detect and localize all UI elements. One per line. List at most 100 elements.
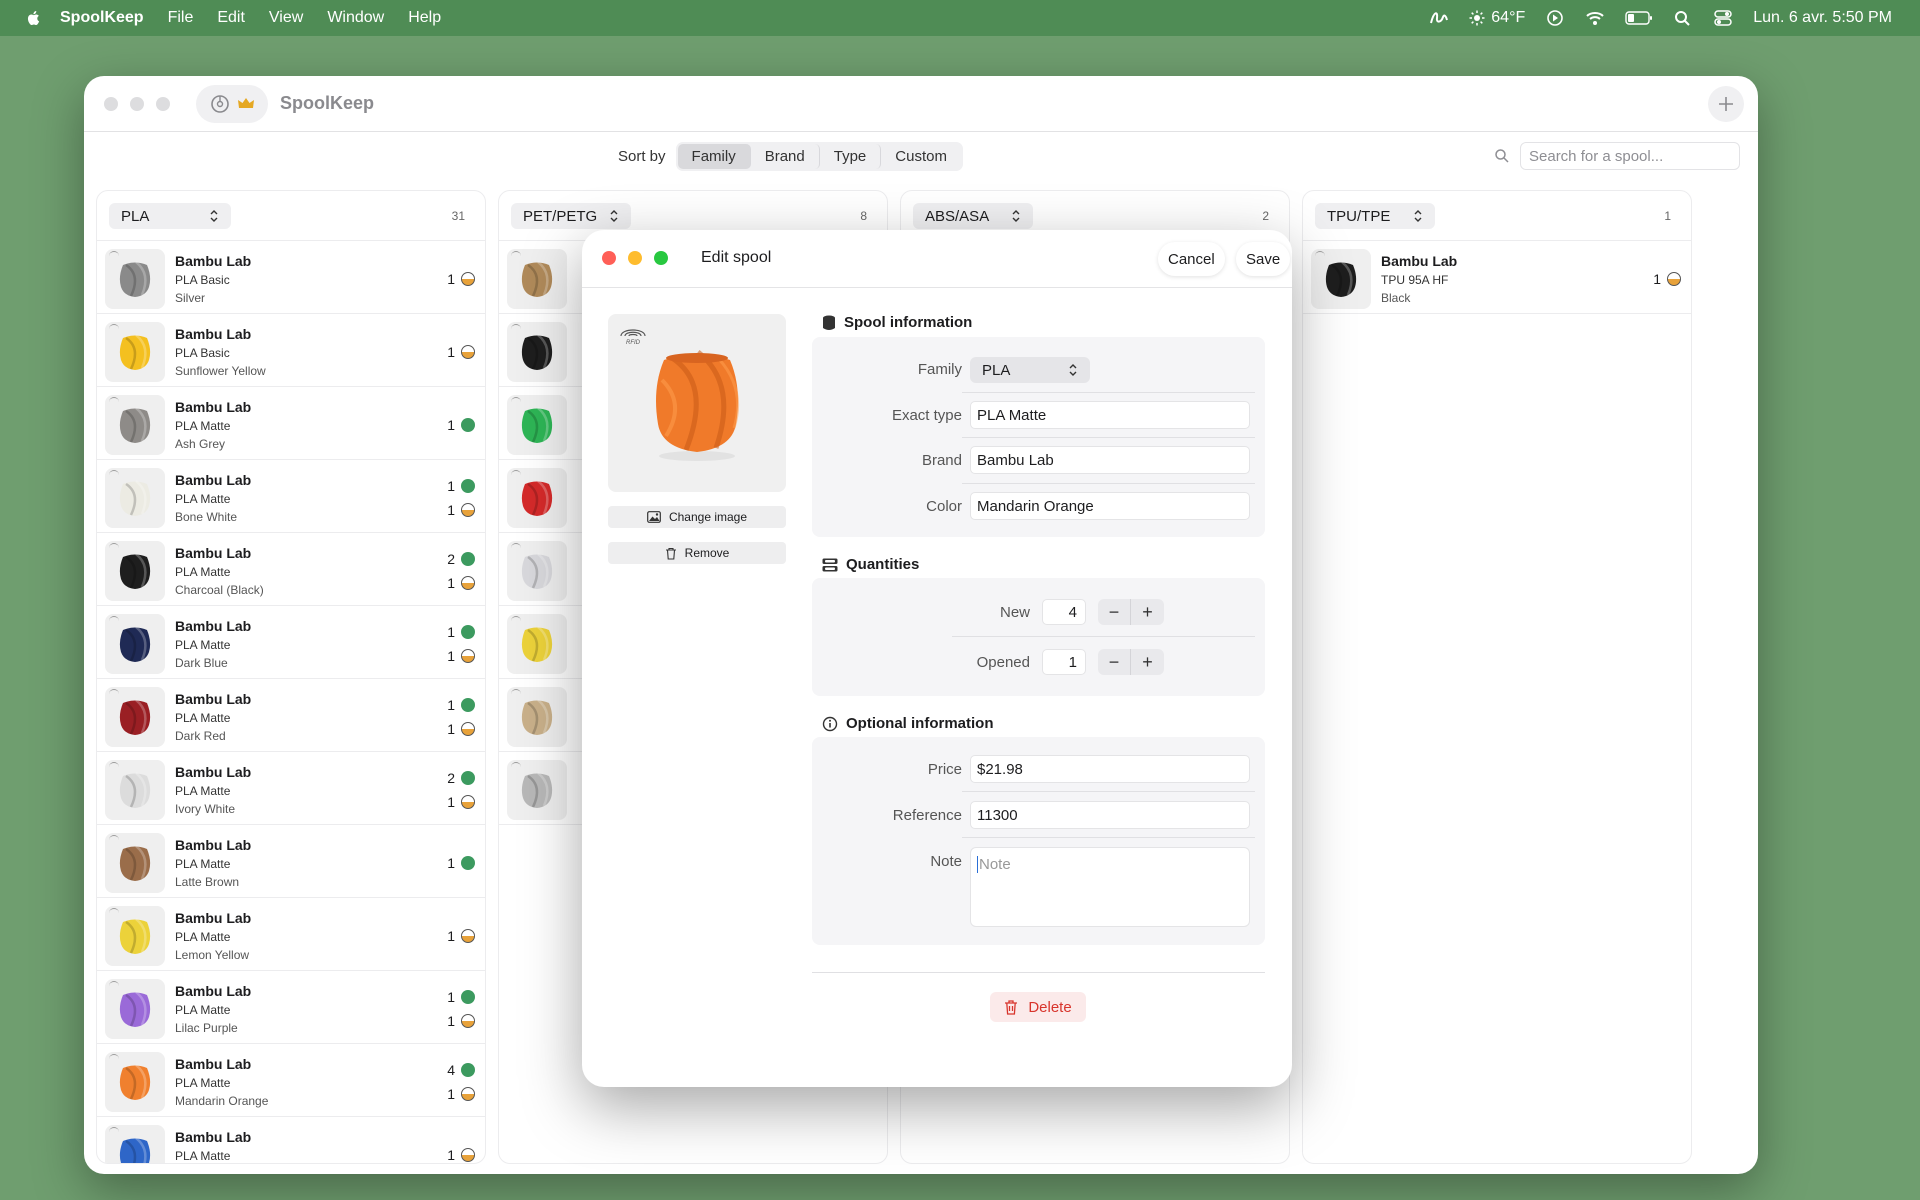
crown-icon[interactable] <box>237 96 255 112</box>
note-textarea[interactable]: Note <box>970 847 1250 927</box>
family-select-value: ABS/ASA <box>925 207 990 225</box>
spool-row[interactable]: Bambu Lab PLA Matte Ivory White 2 1 <box>97 752 485 825</box>
opened-spool-icon <box>461 1148 475 1162</box>
spool-thumbnail <box>105 760 165 820</box>
family-select[interactable]: ABS/ASA <box>913 203 1033 229</box>
add-spool-button[interactable] <box>1708 86 1744 122</box>
spool-row[interactable]: Bambu Lab PLA Basic Sunflower Yellow 1 <box>97 314 485 387</box>
opened-count-value: 1 <box>447 502 455 518</box>
spool-thumbnail-icon <box>521 480 553 516</box>
opened-quantity-input[interactable]: 1 <box>1042 649 1086 675</box>
sort-family[interactable]: Family <box>677 144 751 169</box>
spotlight-search-icon[interactable] <box>1673 9 1693 27</box>
new-quantity-input[interactable]: 4 <box>1042 599 1086 625</box>
opened-quantity-label: Opened <box>976 654 1030 671</box>
spool-type: PLA Matte <box>175 638 231 652</box>
opened-count: 1 <box>447 928 475 944</box>
spool-thumbnail <box>105 249 165 309</box>
spool-row[interactable]: Bambu Lab PLA Basic Silver 1 <box>97 241 485 314</box>
spool-row[interactable]: Bambu Lab PLA Matte Bone White 1 1 <box>97 460 485 533</box>
new-count-value: 2 <box>447 551 455 567</box>
dialog-minimize-button[interactable] <box>628 251 642 265</box>
window-minimize-button[interactable] <box>130 96 144 111</box>
battery-icon[interactable] <box>1625 9 1653 27</box>
new-count-value: 1 <box>447 417 455 433</box>
wifi-icon[interactable] <box>1585 9 1605 27</box>
spool-row[interactable]: Bambu Lab PLA Matte Charcoal (Black) 2 1 <box>97 533 485 606</box>
menu-file[interactable]: File <box>168 9 194 27</box>
new-increment-button[interactable]: + <box>1131 599 1164 625</box>
sort-type[interactable]: Type <box>820 144 882 169</box>
spool-brand: Bambu Lab <box>175 910 252 926</box>
menu-window[interactable]: Window <box>327 9 384 27</box>
cancel-button[interactable]: Cancel <box>1158 242 1225 276</box>
spool-thumbnail <box>507 760 567 820</box>
reference-input[interactable]: 11300 <box>970 801 1250 829</box>
opened-increment-button[interactable]: + <box>1131 649 1164 675</box>
separator <box>962 791 1255 792</box>
apple-menu-icon[interactable] <box>20 9 48 27</box>
new-spool-icon <box>461 990 475 1004</box>
remove-image-button[interactable]: Remove <box>608 542 786 564</box>
menu-edit[interactable]: Edit <box>217 9 245 27</box>
column-header: TPU/TPE 1 <box>1303 191 1691 241</box>
spool-row[interactable]: Bambu Lab PLA Matte Dark Red 1 1 <box>97 679 485 752</box>
menu-help[interactable]: Help <box>408 9 441 27</box>
exact-type-input[interactable]: PLA Matte <box>970 401 1250 429</box>
spool-row[interactable]: Bambu Lab PLA Matte Lilac Purple 1 1 <box>97 971 485 1044</box>
spool-row[interactable]: Bambu Lab PLA Matte Ash Grey 1 <box>97 387 485 460</box>
sort-custom[interactable]: Custom <box>881 144 961 169</box>
spool-brand: Bambu Lab <box>175 764 252 780</box>
spool-row[interactable]: Bambu Lab PLA Matte Mandarin Orange 4 1 <box>97 1044 485 1117</box>
family-popup[interactable]: PLA <box>970 357 1090 383</box>
dialog-zoom-button[interactable] <box>654 251 668 265</box>
spool-thumbnail <box>507 687 567 747</box>
window-close-button[interactable] <box>104 96 118 111</box>
delete-button[interactable]: Delete <box>990 992 1086 1022</box>
new-spool-icon <box>461 856 475 870</box>
sort-brand[interactable]: Brand <box>751 144 820 169</box>
spool-color-name: Ivory White <box>175 802 236 816</box>
spool-row[interactable]: Bambu Lab PLA Matte Lemon Yellow 1 <box>97 898 485 971</box>
spool-row[interactable]: Bambu Lab PLA Matte Latte Brown 1 <box>97 825 485 898</box>
signature-icon[interactable] <box>1429 9 1449 27</box>
column-count: 2 <box>1262 209 1269 223</box>
spool-image[interactable]: RFID <box>608 314 786 492</box>
menubar-clock[interactable]: Lun. 6 avr. 5:50 PM <box>1753 9 1892 27</box>
menu-view[interactable]: View <box>269 9 303 27</box>
price-input[interactable]: $21.98 <box>970 755 1250 783</box>
spool-thumbnail <box>507 468 567 528</box>
new-count: 1 <box>447 417 475 433</box>
spool-thumbnail-icon <box>1325 261 1357 297</box>
spool-row[interactable]: Bambu Lab PLA Matte Dark Blue 1 1 <box>97 606 485 679</box>
spool-row[interactable]: Bambu Lab PLA Matte 1 <box>97 1117 485 1163</box>
spool-thumbnail-icon <box>119 480 151 516</box>
weather-widget[interactable]: 64°F <box>1469 9 1525 27</box>
new-decrement-button[interactable]: − <box>1098 599 1131 625</box>
save-button[interactable]: Save <box>1236 242 1291 276</box>
new-count: 1 <box>447 624 475 640</box>
dialog-close-button[interactable] <box>602 251 616 265</box>
spool-row[interactable]: Bambu Lab TPU 95A HF Black 1 <box>1303 241 1691 314</box>
family-select[interactable]: PET/PETG <box>511 203 631 229</box>
family-select[interactable]: TPU/TPE <box>1315 203 1435 229</box>
app-menu[interactable]: SpoolKeep <box>60 9 144 27</box>
column-pla: PLA 31 Bambu Lab PLA Basic Silver 1 Bambu La… <box>96 190 486 1164</box>
change-image-button[interactable]: Change image <box>608 506 786 528</box>
color-input[interactable]: Mandarin Orange <box>970 492 1250 520</box>
brand-input[interactable]: Bambu Lab <box>970 446 1250 474</box>
spool-type: PLA Matte <box>175 419 231 433</box>
opened-count: 1 <box>447 1147 475 1163</box>
app-logo-icon[interactable] <box>210 94 230 114</box>
opened-count: 1 <box>447 1086 475 1102</box>
opened-decrement-button[interactable]: − <box>1098 649 1131 675</box>
window-zoom-button[interactable] <box>156 96 170 111</box>
family-select[interactable]: PLA <box>109 203 231 229</box>
weather-temp: 64°F <box>1491 9 1526 26</box>
opened-spool-icon <box>1667 272 1681 286</box>
column-count: 31 <box>451 209 465 223</box>
control-center-icon[interactable] <box>1713 9 1733 27</box>
spool-brand: Bambu Lab <box>175 545 252 561</box>
search-input[interactable] <box>1520 142 1740 170</box>
now-playing-icon[interactable] <box>1545 9 1565 27</box>
